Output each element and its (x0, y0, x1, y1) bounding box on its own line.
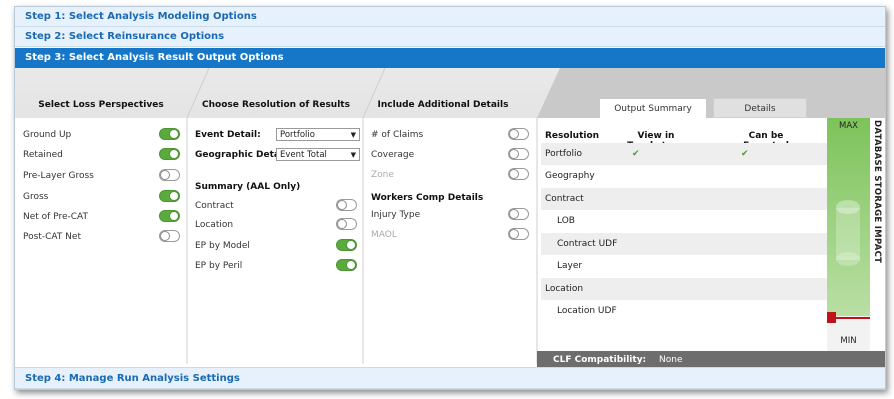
workers-comp-heading: Workers Comp Details (371, 193, 484, 203)
step-2-header[interactable]: Step 2: Select Reinsurance Options (15, 27, 885, 47)
table-row: LOB (541, 210, 827, 232)
gauge-title-strip: DATABASE STORAGE IMPACT (870, 118, 885, 351)
summary-ep-by-peril-label: EP by Peril (195, 261, 243, 271)
database-icon (836, 200, 860, 266)
geographic-detail-value: Event Total (280, 150, 327, 160)
chevron-down-icon: ▼ (350, 131, 356, 139)
table-row: Contract UDF (541, 233, 827, 255)
lp-gross-toggle[interactable] (159, 190, 180, 202)
row-label: Portfolio (545, 149, 583, 159)
check-icon: ✔ (741, 149, 749, 159)
step-3-content: Select Loss Perspectives Choose Resoluti… (15, 68, 885, 369)
lp-post-cat-net-toggle[interactable] (159, 230, 180, 242)
row-label: Location (545, 284, 584, 294)
summary-contract-toggle[interactable] (336, 199, 357, 211)
gauge-marker-icon[interactable] (827, 312, 836, 323)
lp-ground-up-toggle[interactable] (159, 128, 180, 140)
row-label: LOB (557, 216, 575, 226)
gauge-title: DATABASE STORAGE IMPACT (872, 120, 882, 264)
lp-pre-layer-gross-toggle[interactable] (159, 169, 180, 181)
storage-gauge: MAX MIN (827, 118, 870, 351)
chevron-down-icon: ▼ (350, 151, 356, 159)
lp-pre-layer-gross-label: Pre-Layer Gross (23, 171, 94, 181)
summary-ep-by-peril-toggle[interactable] (336, 259, 357, 271)
lp-net-of-pre-cat-toggle[interactable] (159, 210, 180, 222)
row-label: Layer (557, 261, 583, 271)
injury-type-label: Injury Type (371, 210, 421, 220)
zone-label: Zone (371, 170, 394, 180)
table-row: Location UDF (541, 300, 827, 322)
claims-count-label: # of Claims (371, 130, 424, 140)
summary-aal-heading: Summary (AAL Only) (195, 182, 301, 192)
lp-gross-label: Gross (23, 192, 49, 202)
tab-details[interactable]: Details (713, 98, 807, 118)
lp-retained-toggle[interactable] (159, 148, 180, 160)
analysis-options-panel: Step 1: Select Analysis Modeling Options… (14, 6, 886, 390)
event-detail-value: Portfolio (280, 130, 315, 140)
maol-label: MAOL (371, 230, 397, 240)
summary-location-toggle[interactable] (336, 218, 357, 230)
geographic-detail-select[interactable]: Event Total ▼ (276, 148, 360, 161)
table-row: Location (541, 278, 827, 300)
step-4-header[interactable]: Step 4: Manage Run Analysis Settings (15, 367, 885, 389)
row-label: Contract UDF (557, 239, 618, 249)
table-row: Portfolio ✔ ✔ (541, 143, 827, 165)
maol-toggle[interactable] (508, 228, 529, 240)
gauge-min-label: MIN (840, 336, 857, 346)
lp-post-cat-net-label: Post-CAT Net (23, 232, 81, 242)
row-label: Geography (545, 171, 595, 181)
tab-output-summary[interactable]: Output Summary (599, 98, 707, 118)
event-detail-select[interactable]: Portfolio ▼ (276, 128, 360, 141)
table-row: Layer (541, 255, 827, 277)
col-resolution: Resolution (545, 131, 600, 141)
claims-count-toggle[interactable] (508, 128, 529, 140)
lp-retained-label: Retained (23, 150, 63, 160)
gauge-max-label: MAX (839, 121, 858, 131)
row-label: Contract (545, 194, 584, 204)
lp-ground-up-label: Ground Up (23, 130, 72, 140)
step-3-header[interactable]: Step 3: Select Analysis Result Output Op… (15, 48, 885, 68)
event-detail-label: Event Detail: (195, 130, 261, 140)
table-row: Contract (541, 188, 827, 210)
check-icon: ✔ (632, 149, 640, 159)
zone-toggle[interactable] (508, 168, 529, 180)
summary-ep-by-model-toggle[interactable] (336, 239, 357, 251)
coverage-toggle[interactable] (508, 148, 529, 160)
row-label: Location UDF (557, 306, 617, 316)
coverage-label: Coverage (371, 150, 415, 160)
summary-contract-label: Contract (195, 201, 234, 211)
injury-type-toggle[interactable] (508, 208, 529, 220)
lp-net-of-pre-cat-label: Net of Pre-CAT (23, 212, 88, 222)
summary-ep-by-model-label: EP by Model (195, 241, 250, 251)
summary-location-label: Location (195, 220, 234, 230)
table-row: Geography (541, 165, 827, 187)
step-1-header[interactable]: Step 1: Select Analysis Modeling Options (15, 7, 885, 27)
